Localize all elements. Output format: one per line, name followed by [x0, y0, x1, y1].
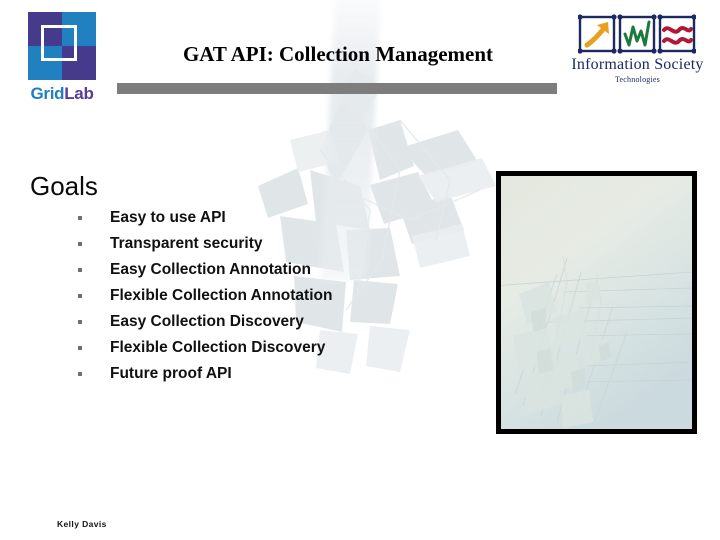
- arrow-up-right-icon: [578, 14, 617, 54]
- bullet-marker-icon: [78, 346, 82, 350]
- list-item: Easy to use API: [30, 205, 460, 231]
- title-divider-bar: [117, 83, 557, 94]
- gridlab-wordmark-lab: Lab: [64, 84, 94, 103]
- bullet-marker-icon: [78, 320, 82, 324]
- framed-image: [496, 171, 697, 434]
- zigzag-chart-icon: [617, 14, 657, 54]
- information-society-logo: Information Society Technologies: [560, 14, 715, 94]
- list-item-label: Easy Collection Annotation: [110, 261, 311, 278]
- list-item-label: Flexible Collection Annotation: [110, 287, 333, 304]
- wave-lines-icon: [657, 14, 696, 54]
- bullet-marker-icon: [78, 372, 82, 376]
- list-item: Easy Collection Annotation: [30, 257, 460, 283]
- gridlab-wordmark-grid: Grid: [30, 84, 65, 103]
- slide-title: GAT API: Collection Management: [182, 42, 494, 66]
- list-item: Flexible Collection Annotation: [30, 283, 460, 309]
- bullet-marker-icon: [78, 268, 82, 272]
- list-item-label: Future proof API: [110, 365, 232, 382]
- bullet-marker-icon: [78, 242, 82, 246]
- goals-bullet-list: Easy to use API Transparent security Eas…: [30, 205, 460, 387]
- framed-image-artwork: [501, 176, 692, 429]
- gridlab-logo: GridLab: [16, 12, 108, 104]
- list-item-label: Easy Collection Discovery: [110, 313, 304, 330]
- gridlab-grid-icon: [28, 12, 96, 80]
- list-item: Flexible Collection Discovery: [30, 335, 460, 361]
- bullet-marker-icon: [78, 216, 82, 220]
- bullet-marker-icon: [78, 294, 82, 298]
- gridlab-inner-square-outline: [41, 25, 77, 61]
- page-title: Goals: [30, 171, 98, 201]
- list-item: Transparent security: [30, 231, 460, 257]
- list-item: Future proof API: [30, 361, 460, 387]
- ist-logo-title: Information Society: [571, 56, 704, 73]
- gridlab-wordmark: GridLab: [16, 84, 108, 104]
- footer-author-name: Kelly Davis: [57, 519, 107, 529]
- list-item: Easy Collection Discovery: [30, 309, 460, 335]
- slide-canvas: GridLab GAT API: Collection Management I…: [0, 0, 720, 540]
- list-item-label: Transparent security: [110, 235, 263, 252]
- list-item-label: Flexible Collection Discovery: [110, 339, 326, 356]
- ist-icon-boxes: [578, 14, 696, 54]
- ist-logo-subtitle: Technologies: [615, 75, 660, 84]
- list-item-label: Easy to use API: [110, 209, 226, 226]
